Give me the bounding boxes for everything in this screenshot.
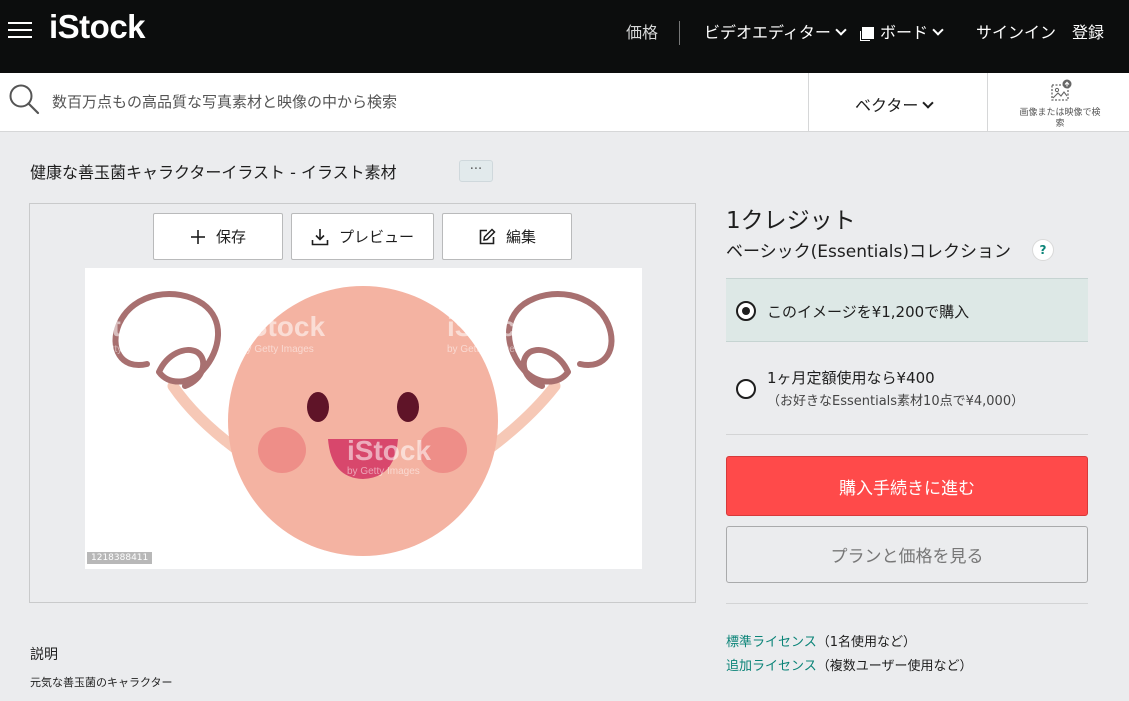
watermark-subtext: by Getty Images: [553, 466, 626, 477]
help-icon[interactable]: ?: [1032, 239, 1054, 261]
watermark-text: iStock: [241, 311, 325, 342]
collection-name: ベーシック(Essentials)コレクション: [726, 242, 1011, 262]
watermark-subtext: by Getty Images: [85, 344, 158, 355]
search-icon[interactable]: [8, 83, 40, 115]
image-id-badge: 1218388411: [87, 552, 153, 564]
watermark-text: iStock: [85, 311, 169, 342]
purchase-option-subscription[interactable]: 1ヶ月定額使用なら¥400 （お好きなEssentials素材10点で¥4,00…: [726, 353, 1088, 431]
view-plans-button[interactable]: プランと価格を見る: [726, 526, 1088, 583]
board-icon: [862, 27, 874, 39]
search-bar: ベクター 画像または映像で検索: [0, 73, 1129, 132]
nav-board-menu[interactable]: ボード: [862, 19, 944, 43]
signin-link[interactable]: サインイン: [976, 19, 1056, 43]
option-subscription-note: （お好きなEssentials素材10点で¥4,000）: [767, 394, 1025, 409]
edit-button[interactable]: 編集: [442, 213, 572, 260]
license-extended: 追加ライセンス（複数ユーザー使用など）: [726, 655, 973, 674]
image-panel: 保存 プレビュー 編集 iStock iStock iStock iStock …: [29, 203, 696, 603]
menu-icon[interactable]: [8, 21, 32, 39]
watermark-text: iStock: [140, 435, 224, 466]
media-type-select[interactable]: ベクター: [855, 92, 935, 116]
radio-unselected-icon[interactable]: [736, 379, 756, 399]
image-upload-icon: [1051, 79, 1072, 101]
image-search-label: 画像または映像で検索: [1019, 108, 1101, 129]
register-link[interactable]: 登録: [1072, 19, 1104, 43]
top-nav: iStock 価格 ビデオエディター ボード サインイン 登録: [0, 0, 1129, 73]
watermark-subtext: by Getty Images: [140, 466, 213, 477]
chevron-down-icon: [932, 24, 944, 36]
divider: [726, 434, 1088, 435]
nav-video-editor-menu[interactable]: ビデオエディター: [704, 19, 847, 43]
asset-title: 健康な善玉菌キャラクターイラスト - イラスト素材: [30, 163, 397, 182]
search-divider: [808, 73, 809, 132]
license-extended-link[interactable]: 追加ライセンス: [726, 659, 817, 674]
purchase-option-single[interactable]: このイメージを¥1,200で購入: [726, 278, 1088, 342]
license-standard-link[interactable]: 標準ライセンス: [726, 635, 817, 650]
license-standard-note: （1名使用など）: [816, 635, 917, 650]
credit-price: 1クレジット: [726, 208, 856, 234]
edit-icon: [479, 227, 496, 244]
nav-divider: [679, 21, 680, 45]
divider: [726, 603, 1088, 604]
istock-logo[interactable]: iStock: [49, 8, 146, 46]
save-label: 保存: [215, 228, 246, 246]
nav-board-label: ボード: [880, 23, 929, 42]
watermark-text: iStock: [347, 435, 431, 466]
save-button[interactable]: 保存: [153, 213, 283, 260]
edit-label: 編集: [505, 228, 536, 246]
option-single-label: このイメージを¥1,200で購入: [767, 303, 970, 321]
search-divider: [987, 73, 988, 132]
plus-icon: [190, 229, 205, 244]
watermark-subtext: by Getty Images: [447, 344, 520, 355]
nav-price-link[interactable]: 価格: [626, 19, 658, 43]
preview-label: プレビュー: [338, 228, 414, 246]
watermark-text: iStock: [447, 311, 531, 342]
chevron-down-icon: [922, 97, 935, 109]
search-input[interactable]: [52, 87, 792, 117]
option-subscription-label: 1ヶ月定額使用なら¥400: [767, 369, 935, 387]
description-heading: 説明: [30, 647, 58, 663]
description-text: 元気な善玉菌のキャラクター: [30, 676, 173, 689]
image-search-button[interactable]: 画像または映像で検索: [1018, 79, 1102, 130]
license-extended-note: （複数ユーザー使用など）: [816, 659, 973, 674]
nav-video-editor-label: ビデオエディター: [704, 23, 831, 42]
preview-button[interactable]: プレビュー: [291, 213, 434, 260]
bacteria-character-illustration: iStock iStock iStock iStock iStock iStoc…: [85, 286, 637, 556]
license-standard: 標準ライセンス（1名使用など）: [726, 631, 916, 650]
download-icon: [311, 228, 329, 245]
stock-image[interactable]: iStock iStock iStock iStock iStock iStoc…: [85, 268, 642, 569]
watermark-subtext: by Getty Images: [347, 466, 420, 477]
watermark-subtext: by Getty Images: [241, 344, 314, 355]
chevron-down-icon: [835, 24, 847, 36]
radio-selected-icon[interactable]: [736, 301, 756, 321]
more-button[interactable]: ···: [459, 160, 493, 182]
watermark-text: iStock: [553, 435, 637, 466]
checkout-button[interactable]: 購入手続きに進む: [726, 456, 1088, 516]
media-type-label: ベクター: [855, 96, 919, 115]
